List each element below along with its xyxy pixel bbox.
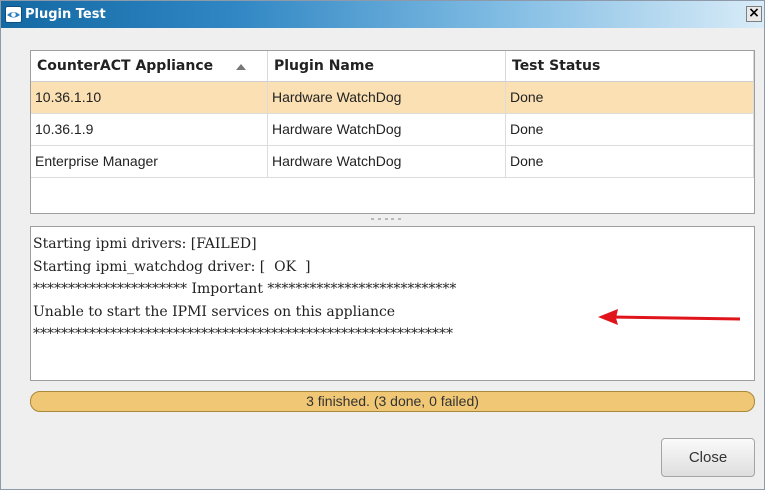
cell-status: Done bbox=[506, 146, 754, 177]
column-header-label: CounterACT Appliance bbox=[37, 58, 214, 74]
app-icon bbox=[5, 6, 22, 23]
cell-appliance: 10.36.1.9 bbox=[31, 114, 268, 145]
window-title: Plugin Test bbox=[25, 7, 106, 22]
close-icon[interactable]: × bbox=[746, 6, 762, 22]
column-header-label: Test Status bbox=[512, 58, 601, 74]
log-line: ********************** Important *******… bbox=[33, 281, 457, 297]
cell-appliance: Enterprise Manager bbox=[31, 146, 268, 177]
cell-plugin: Hardware WatchDog bbox=[268, 82, 506, 113]
cell-status: Done bbox=[506, 114, 754, 145]
progress-bar: 3 finished. (3 done, 0 failed) bbox=[30, 391, 755, 412]
cell-appliance: 10.36.1.10 bbox=[31, 82, 268, 113]
column-header-label: Plugin Name bbox=[274, 58, 374, 74]
column-header-test-status[interactable]: Test Status bbox=[506, 51, 754, 81]
test-output-log[interactable]: Starting ipmi drivers: [FAILED] Starting… bbox=[30, 226, 755, 381]
log-line: Starting ipmi drivers: [FAILED] bbox=[33, 236, 257, 252]
table-header: CounterACT Appliance Plugin Name Test St… bbox=[31, 51, 754, 82]
plugin-test-dialog: Plugin Test × CounterACT Appliance Plugi… bbox=[0, 0, 765, 490]
log-line: Starting ipmi_watchdog driver: [ OK ] bbox=[33, 258, 311, 275]
plugin-results-table: CounterACT Appliance Plugin Name Test St… bbox=[30, 50, 755, 214]
column-header-appliance[interactable]: CounterACT Appliance bbox=[31, 51, 268, 81]
cell-plugin: Hardware WatchDog bbox=[268, 114, 506, 145]
sort-ascending-icon bbox=[236, 64, 246, 70]
cell-plugin: Hardware WatchDog bbox=[268, 146, 506, 177]
progress-text: 3 finished. (3 done, 0 failed) bbox=[306, 393, 479, 409]
split-pane-handle[interactable] bbox=[371, 216, 401, 222]
table-row[interactable]: 10.36.1.9 Hardware WatchDog Done bbox=[31, 114, 754, 146]
close-button[interactable]: Close bbox=[661, 438, 755, 477]
red-arrow-annotation bbox=[598, 309, 741, 325]
table-row[interactable]: 10.36.1.10 Hardware WatchDog Done bbox=[31, 82, 754, 114]
title-bar[interactable]: Plugin Test × bbox=[1, 1, 764, 28]
table-row[interactable]: Enterprise Manager Hardware WatchDog Don… bbox=[31, 146, 754, 178]
cell-status: Done bbox=[506, 82, 754, 113]
column-header-plugin-name[interactable]: Plugin Name bbox=[268, 51, 506, 81]
